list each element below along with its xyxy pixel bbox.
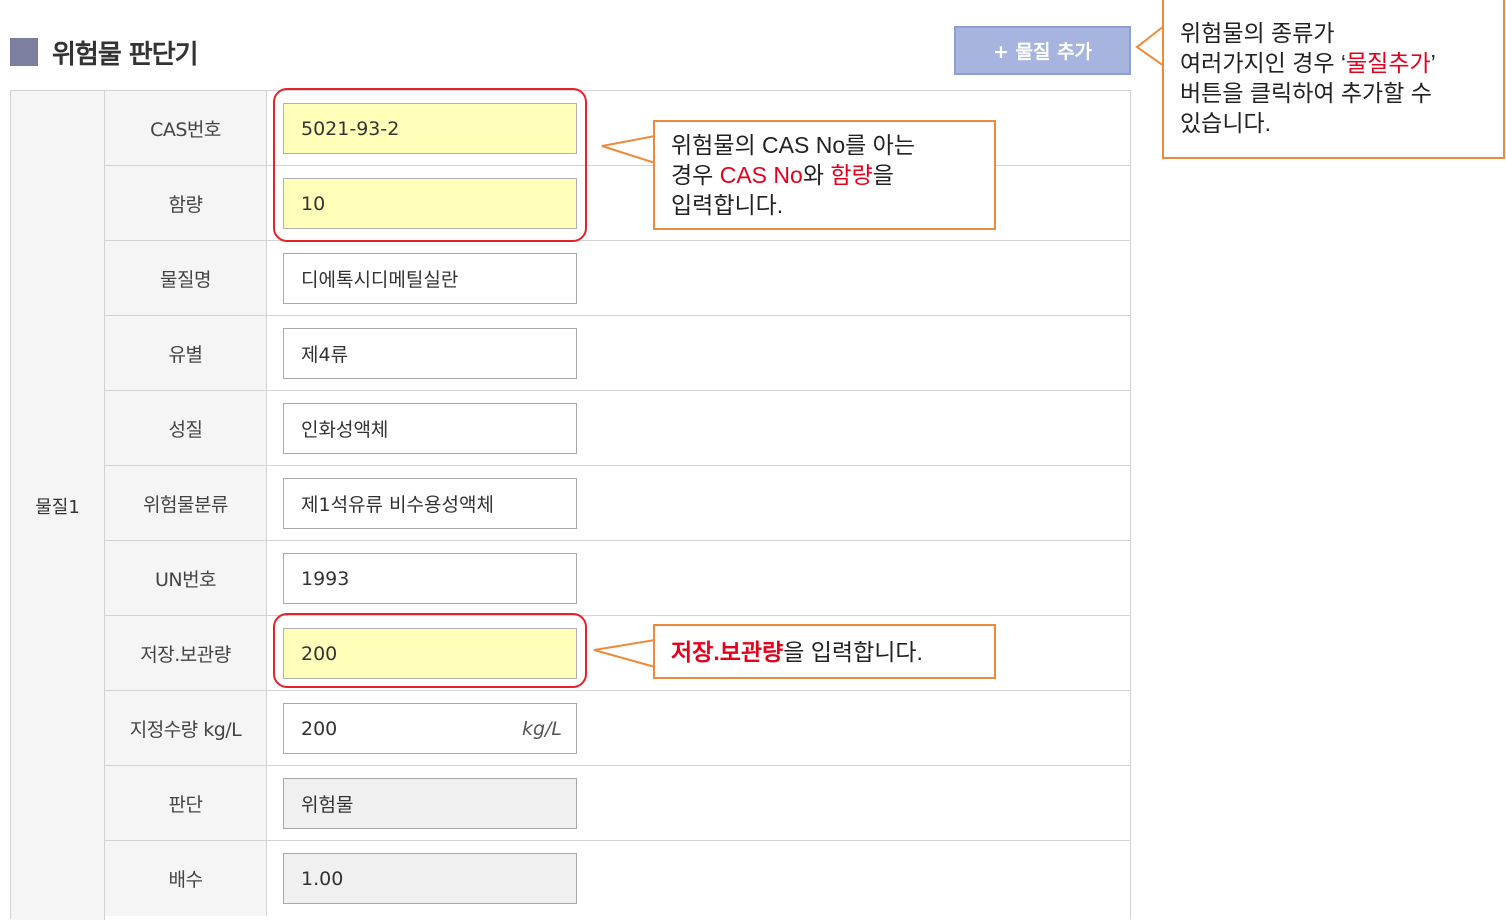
- add-substance-callout: 위험물의 종류가 여러가지인 경우 ‘물질추가’ 버튼을 클릭하여 추가할 수 …: [1162, 0, 1505, 159]
- callout-line: 위험물의 CAS No를 아는: [671, 132, 915, 158]
- cas-callout: 위험물의 CAS No를 아는 경우 CAS No와 함량을 입력합니다.: [653, 120, 996, 230]
- callout-line: 여러가지인 경우 ‘물질추가’: [1180, 50, 1436, 76]
- storage-callout: 저장.보관량을 입력합니다.: [653, 624, 996, 679]
- callout-emphasis: 저장.보관량: [671, 639, 784, 665]
- callout-line: 있습니다.: [1180, 110, 1272, 136]
- callout-line: 위험물의 종류가: [1180, 20, 1335, 46]
- callout-line: 입력합니다.: [671, 192, 784, 218]
- callout-text: 을 입력합니다.: [783, 639, 923, 665]
- callout-line: 경우 CAS No와 함량을: [671, 162, 894, 188]
- callout-line: 버튼을 클릭하여 추가할 수: [1180, 80, 1432, 106]
